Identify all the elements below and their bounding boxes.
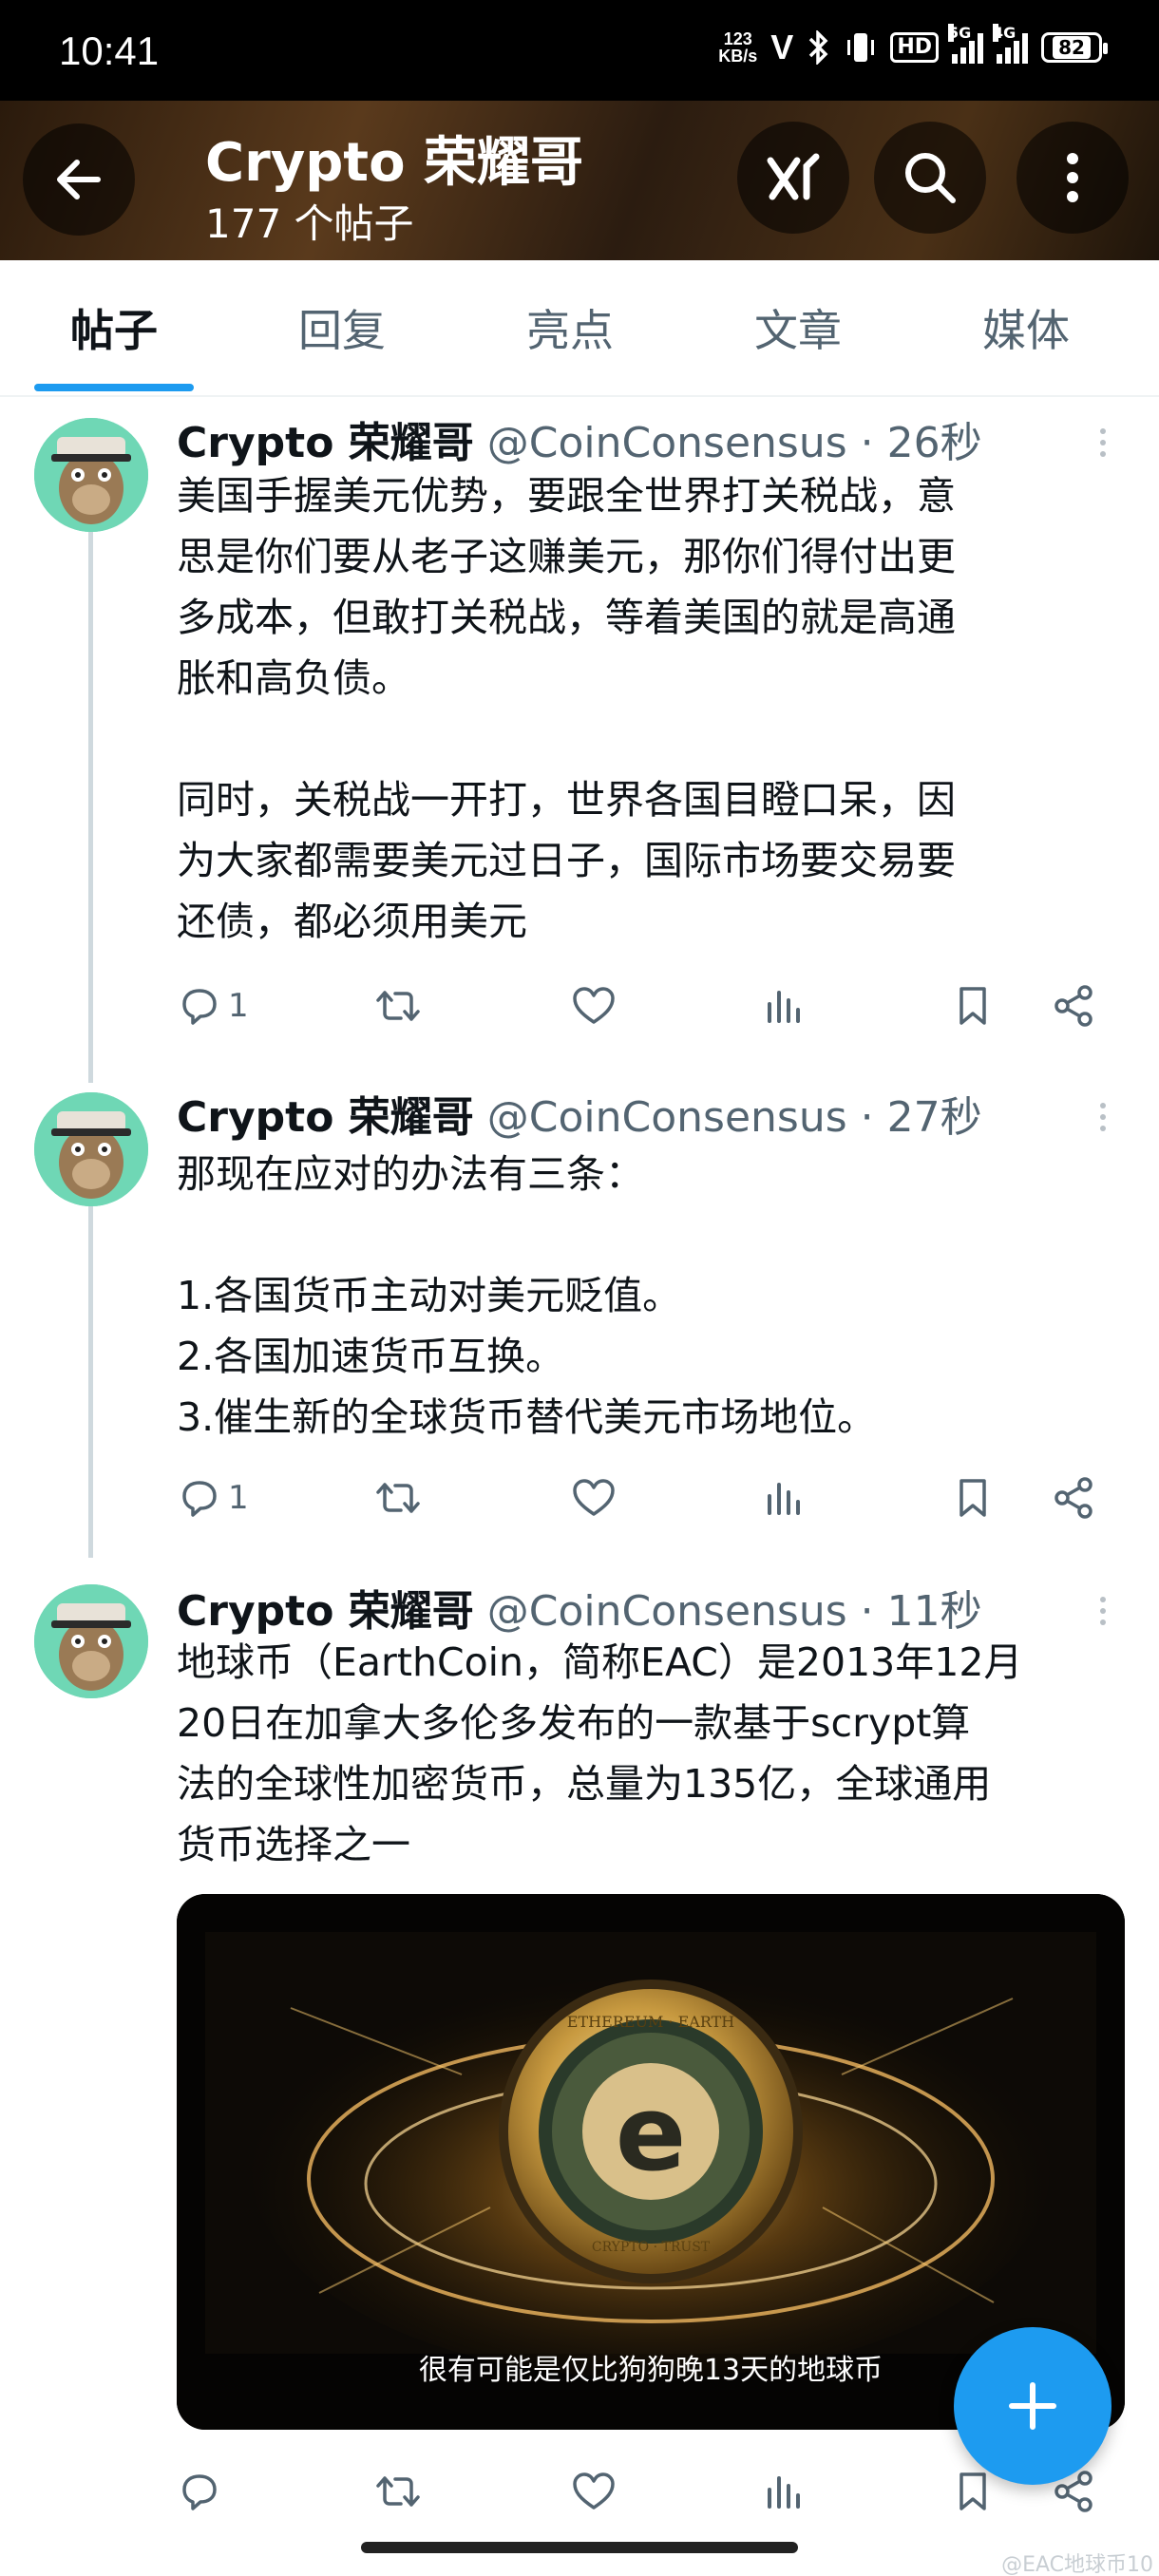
reply-button[interactable]: 1 — [177, 1465, 249, 1531]
reply-button[interactable] — [177, 2458, 222, 2525]
more-vertical-icon — [1067, 153, 1078, 202]
post-header: Crypto 荣耀哥 @CoinConsensus · 26秒 — [177, 408, 982, 469]
repost-icon — [376, 2476, 420, 2507]
bookmark-button[interactable] — [954, 973, 992, 1039]
avatar[interactable] — [34, 1092, 148, 1206]
ape-avatar-icon — [34, 418, 148, 532]
battery-icon: 82 — [1041, 32, 1108, 63]
author-name[interactable]: Crypto 荣耀哥 — [177, 1093, 474, 1142]
tab-articles[interactable]: 文章 — [684, 260, 912, 395]
views-button[interactable] — [764, 973, 806, 1039]
svg-text:CRYPTO · TRUST: CRYPTO · TRUST — [592, 2240, 711, 2255]
grok-button[interactable] — [737, 122, 849, 234]
search-icon — [905, 153, 956, 203]
back-button[interactable] — [23, 123, 135, 236]
svg-text:ETHEREUM · EARTH: ETHEREUM · EARTH — [567, 2013, 735, 2031]
repost-icon — [376, 991, 420, 1021]
post-text: 美国手握美元优势，要跟全世界打关税战，意 思是你们要从老子这赚美元，那你们得付出… — [177, 473, 956, 944]
post-header: Crypto 荣耀哥 @CoinConsensus · 27秒 — [177, 1083, 982, 1144]
heart-icon — [573, 987, 615, 1024]
profile-tabs: 帖子 回复 亮点 文章 媒体 — [0, 260, 1159, 397]
views-button[interactable] — [764, 2458, 806, 2525]
share-button[interactable] — [1051, 973, 1098, 1039]
author-handle-time: @CoinConsensus · 26秒 — [486, 419, 982, 467]
bar-chart-icon — [768, 1483, 800, 1515]
bar-chart-icon — [768, 991, 800, 1023]
ape-avatar-icon — [34, 1092, 148, 1206]
more-options-button[interactable] — [1016, 122, 1129, 234]
grok-icon — [767, 153, 820, 200]
reply-icon — [182, 2474, 217, 2510]
search-button[interactable] — [874, 122, 986, 234]
signal-4g-icon: 4G — [993, 24, 1028, 64]
tab-replies[interactable]: 回复 — [228, 260, 456, 395]
bar-chart-icon — [768, 2476, 800, 2509]
vibrate-icon — [847, 33, 875, 62]
bookmark-button[interactable] — [954, 1465, 992, 1531]
post-more-button[interactable] — [1091, 414, 1115, 471]
repost-button[interactable] — [372, 2458, 424, 2525]
screen: 10:41 123 KB/s V HD 5G 4G 82 Crypto 荣耀哥 … — [0, 0, 1159, 2576]
tab-media[interactable]: 媒体 — [912, 260, 1140, 395]
post-actions: 1 — [177, 1465, 1127, 1531]
arrow-left-icon — [57, 160, 101, 199]
reply-count: 1 — [228, 987, 249, 1025]
reply-icon — [182, 989, 217, 1025]
status-icons: 123 KB/s V HD 5G 4G 82 — [718, 24, 1108, 66]
repost-button[interactable] — [372, 1465, 424, 1531]
post-text: 地球币（EarthCoin，简称EAC）是2013年12月 20日在加拿大多伦多… — [177, 1639, 1023, 1867]
status-bar: 10:41 123 KB/s V HD 5G 4G 82 — [0, 0, 1159, 101]
like-button[interactable] — [570, 1465, 618, 1531]
author-name[interactable]: Crypto 荣耀哥 — [177, 419, 474, 467]
post-text: 那现在应对的办法有三条： 1.各国货币主动对美元贬值。 2.各国加速货币互换。 … — [177, 1151, 877, 1440]
ape-avatar-icon — [34, 1584, 148, 1698]
profile-title: Crypto 荣耀哥 — [205, 132, 584, 194]
compose-post-button[interactable] — [954, 2327, 1112, 2485]
post-header: Crypto 荣耀哥 @CoinConsensus · 11秒 — [177, 1577, 982, 1638]
network-speed: 123 KB/s — [718, 29, 758, 66]
views-button[interactable] — [764, 1465, 806, 1531]
tab-posts[interactable]: 帖子 — [0, 260, 228, 395]
status-time: 10:41 — [59, 28, 160, 73]
tab-highlights[interactable]: 亮点 — [456, 260, 684, 395]
vpn-icon: V — [770, 28, 794, 66]
reply-icon — [182, 1481, 217, 1517]
bookmark-icon — [960, 1479, 986, 1517]
bluetooth-icon — [809, 30, 828, 65]
hd-voice-icon: HD — [890, 32, 939, 63]
like-button[interactable] — [570, 2458, 618, 2525]
like-button[interactable] — [570, 973, 618, 1039]
active-tab-indicator — [34, 384, 194, 391]
share-icon — [1054, 985, 1092, 1027]
signal-5g-icon: 5G — [948, 24, 983, 64]
author-handle-time: @CoinConsensus · 11秒 — [486, 1587, 982, 1636]
repost-button[interactable] — [372, 973, 424, 1039]
thread-connector — [88, 1206, 93, 1558]
post-more-button[interactable] — [1091, 1089, 1115, 1146]
post-actions: 1 — [177, 973, 1127, 1039]
post-more-button[interactable] — [1091, 1582, 1115, 1639]
bookmark-icon — [960, 2472, 986, 2510]
plus-icon — [1009, 2382, 1056, 2430]
repost-icon — [376, 1483, 420, 1513]
avatar[interactable] — [34, 418, 148, 532]
post-count: 177 个帖子 — [205, 200, 414, 247]
author-handle-time: @CoinConsensus · 27秒 — [486, 1093, 982, 1142]
home-indicator[interactable] — [361, 2542, 798, 2553]
bookmark-icon — [960, 987, 986, 1025]
avatar[interactable] — [34, 1584, 148, 1698]
share-button[interactable] — [1051, 1465, 1098, 1531]
heart-icon — [573, 2472, 615, 2510]
share-icon — [1054, 1477, 1092, 1519]
reply-button[interactable]: 1 — [177, 973, 249, 1039]
author-name[interactable]: Crypto 荣耀哥 — [177, 1587, 474, 1636]
reply-count: 1 — [228, 1479, 249, 1517]
thread-connector — [88, 532, 93, 1083]
heart-icon — [573, 1479, 615, 1516]
profile-header: Crypto 荣耀哥 177 个帖子 — [0, 101, 1159, 260]
watermark: @EAC地球币10 — [1001, 2553, 1153, 2576]
svg-text:e: e — [616, 2073, 687, 2194]
